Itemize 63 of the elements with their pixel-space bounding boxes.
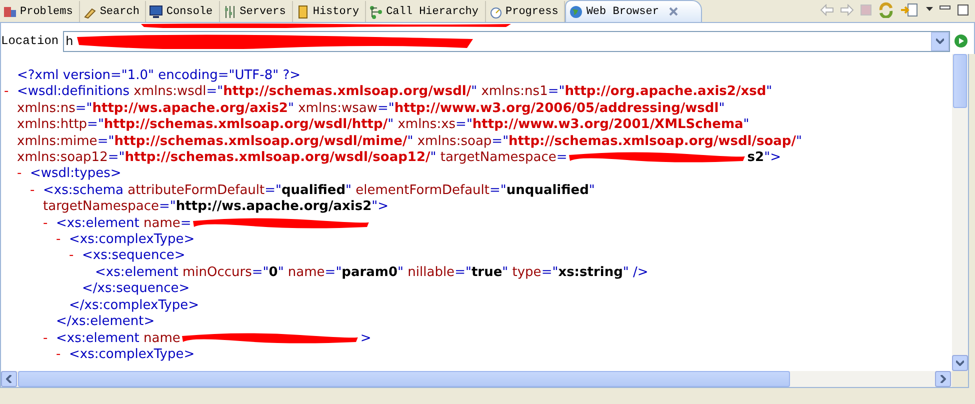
scrollbar-corner xyxy=(952,371,968,387)
scroll-right-button[interactable] xyxy=(935,371,951,387)
servers-icon xyxy=(222,4,237,18)
dropdown-button[interactable] xyxy=(931,32,949,50)
vertical-scrollbar[interactable] xyxy=(952,54,968,371)
collapse-toggle[interactable]: - xyxy=(56,346,69,364)
scroll-left-button[interactable] xyxy=(1,371,17,387)
xml-line: <xs:complexType> xyxy=(69,232,195,248)
chevron-right-icon xyxy=(940,375,946,383)
view-tab[interactable]: Search xyxy=(80,1,146,22)
scrollbar-thumb[interactable] xyxy=(18,371,790,387)
view-tab[interactable]: History xyxy=(292,1,366,22)
view-tab[interactable]: Console xyxy=(146,1,220,22)
xml-line: </xs:sequence> xyxy=(82,281,190,298)
xml-line: <?xml version="1.0" encoding="UTF-8" ?> xyxy=(17,68,301,84)
xml-line: </xs:element> xyxy=(56,314,155,330)
xml-line: <xs:element minOccurs="0" name="param0" nillable="true" type="xs:string" /> xyxy=(95,264,648,282)
view-tab[interactable]: Servers xyxy=(220,1,293,22)
location-label: Location xyxy=(1,34,59,48)
chevron-down-icon xyxy=(936,38,944,44)
xml-line: <xs:element name > xyxy=(56,330,372,347)
collapse-toggle[interactable]: - xyxy=(43,216,56,232)
scroll-down-button[interactable] xyxy=(952,355,968,371)
xml-line: <wsdl:types> xyxy=(30,166,122,183)
xml-line: </xs:complexType> xyxy=(69,298,199,314)
xml-line: xmlns:mime="http://schemas.xmlsoap.org/wsdl/mime/" xmlns:soap="http://schemas.xmlsoap.org/wsdl/soap/" xyxy=(17,134,802,150)
forward-icon[interactable] xyxy=(840,4,854,16)
collapse-toggle[interactable]: - xyxy=(69,248,82,265)
chevron-left-icon xyxy=(6,375,12,383)
view-tab[interactable]: Web Browser xyxy=(565,0,702,22)
xml-line: <xs:complexType> xyxy=(69,346,195,364)
location-field[interactable]: h xyxy=(62,30,950,52)
close-icon[interactable] xyxy=(668,6,679,17)
xml-line: targetNamespace="http://ws.apache.org/axis2"> xyxy=(43,199,389,216)
hierarchy-icon xyxy=(369,4,384,18)
xml-line: <xs:sequence> xyxy=(82,248,186,265)
maximize-icon[interactable] xyxy=(957,4,969,16)
collapse-toggle[interactable]: - xyxy=(56,232,69,248)
xml-line: xmlns:soap12="http://schemas.xmlsoap.org/wsdl/soap12/" targetNamespace= s2"> xyxy=(17,150,781,166)
monitor-icon xyxy=(149,4,164,18)
problems-icon xyxy=(3,4,17,18)
chevron-down-icon xyxy=(956,360,964,366)
collapse-toggle[interactable]: - xyxy=(4,84,17,101)
scrollbar-thumb[interactable] xyxy=(953,54,967,108)
history-icon xyxy=(296,4,310,18)
collapse-toggle[interactable]: - xyxy=(17,166,30,183)
xml-line: xmlns:ns="http://ws.apache.org/axis2" xmlns:wsaw="http://www.w3.org/2006/05/addressing/wsdl" xyxy=(17,100,725,118)
xml-line: xmlns:http="http://schemas.xmlsoap.org/wsdl/http/" xmlns:xs="http://www.w3.org/2001/XMLSchema" xyxy=(17,117,750,134)
refresh-icon[interactable] xyxy=(878,2,894,18)
dropdown-caret-icon[interactable] xyxy=(926,7,933,12)
collapse-toggle[interactable]: - xyxy=(30,182,43,200)
horizontal-scrollbar[interactable] xyxy=(1,371,968,387)
view-tab[interactable]: Call Hierarchy xyxy=(366,1,486,22)
collapse-toggle[interactable]: - xyxy=(43,330,56,347)
import-icon[interactable] xyxy=(900,2,920,18)
back-icon[interactable] xyxy=(820,4,834,16)
xml-line: <xs:element name= xyxy=(56,216,372,232)
xml-line: <wsdl:definitions xmlns:wsdl="http://schemas.xmlsoap.org/wsdl/" xmlns:ns1="http://org.apache.axis2/xsd" xyxy=(17,84,772,101)
globe-icon xyxy=(569,4,584,18)
xml-line: <xs:schema attributeFormDefault="qualified" elementFormDefault="unqualified" xyxy=(43,182,595,200)
progress-icon xyxy=(488,4,502,18)
view-tab[interactable]: Problems xyxy=(0,1,80,22)
go-icon[interactable] xyxy=(954,34,968,48)
